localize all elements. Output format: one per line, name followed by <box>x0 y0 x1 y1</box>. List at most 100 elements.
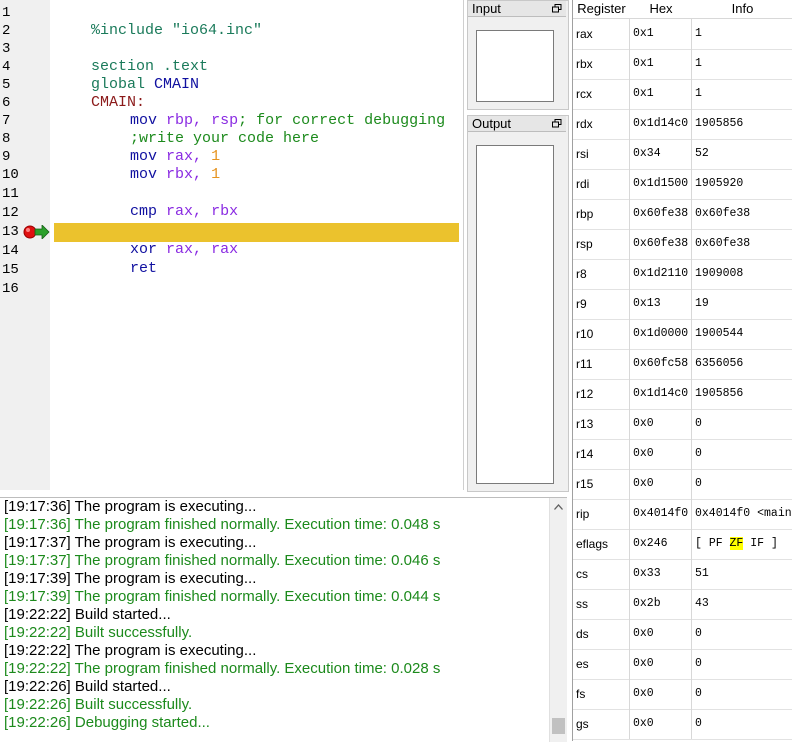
register-name: ds <box>573 619 630 649</box>
register-row-fs[interactable]: fs 0x0 0 <box>573 679 792 710</box>
line-number: 4 <box>2 59 11 75</box>
register-row-rdx[interactable]: rdx 0x1d14c0 1905856 <box>573 109 792 140</box>
register-row-rax[interactable]: rax 0x1 1 <box>573 19 792 50</box>
current-line-arrow-icon <box>34 225 50 239</box>
register-info-value: 1905920 <box>695 177 744 190</box>
register-row-r12[interactable]: r12 0x1d14c0 1905856 <box>573 379 792 410</box>
register-name: gs <box>573 709 630 739</box>
register-hex-value: 0x0 <box>630 709 692 739</box>
register-info-value: 0 <box>695 477 702 490</box>
console-scrollbar[interactable] <box>549 498 567 742</box>
register-name: rdx <box>573 109 630 139</box>
column-header-register[interactable]: Register <box>573 0 631 19</box>
register-name: rbp <box>573 199 630 229</box>
restore-window-icon[interactable] <box>552 119 562 128</box>
input-pane: Input <box>467 0 569 110</box>
scroll-up-arrow-icon[interactable] <box>554 504 563 510</box>
separator: , <box>193 166 212 183</box>
register-row-rbx[interactable]: rbx 0x1 1 <box>573 49 792 80</box>
operand: rbx <box>211 203 239 220</box>
scrollbar-thumb[interactable] <box>552 718 565 734</box>
line-number: 9 <box>2 149 11 165</box>
separator: , <box>193 203 212 220</box>
register-hex-value: 0x2b <box>630 589 692 619</box>
register-row-r9[interactable]: r9 0x13 19 <box>573 289 792 320</box>
register-hex-value: 0x0 <box>630 619 692 649</box>
register-row-rsi[interactable]: rsi 0x34 52 <box>573 139 792 170</box>
code-line-7[interactable]: ;write your code here <box>94 112 319 147</box>
register-info-value: 0 <box>695 417 702 430</box>
register-name: ss <box>573 589 630 619</box>
register-info-value: 19 <box>695 297 709 310</box>
register-hex-value: 0x60fe38 <box>630 229 692 259</box>
register-hex-value: 0x60fe38 <box>630 199 692 229</box>
code-line-6[interactable]: mov rbp, rsp; for correct debugging <box>94 94 445 129</box>
register-row-r11[interactable]: r11 0x60fc58 6356056 <box>573 349 792 380</box>
register-hex-value: 0x1d14c0 <box>630 109 692 139</box>
code-line-8[interactable]: mov rax, 1 <box>94 130 220 165</box>
register-hex-value: 0x1d0000 <box>630 319 692 349</box>
code-editor[interactable]: 1 2 3 4 5 6 7 8 9 10 11 12 13 14 15 16 %… <box>0 0 464 490</box>
register-info-value: 0x60fe38 <box>695 207 751 220</box>
column-header-info[interactable]: Info <box>692 0 792 19</box>
register-row-r14[interactable]: r14 0x0 0 <box>573 439 792 470</box>
register-info-value: 0x4014f0 <main <box>695 507 792 520</box>
code-line-9[interactable]: mov rbx, 1 <box>94 148 220 183</box>
line-number: 15 <box>2 262 19 278</box>
register-hex-value: 0x0 <box>630 679 692 709</box>
register-info-value: 1 <box>695 27 702 40</box>
register-row-eflags[interactable]: eflags 0x246[ PF ZF IF ] <box>573 529 792 560</box>
restore-window-icon[interactable] <box>552 4 562 13</box>
register-name: cs <box>573 559 630 589</box>
eflags-open: [ <box>695 537 709 550</box>
separator: , <box>193 241 212 258</box>
register-row-r13[interactable]: r13 0x0 0 <box>573 409 792 440</box>
input-textbox[interactable] <box>476 30 554 102</box>
register-row-ds[interactable]: ds 0x0 0 <box>573 619 792 650</box>
line-number: 5 <box>2 77 11 93</box>
register-row-r8[interactable]: r8 0x1d2110 1909008 <box>573 259 792 290</box>
line-number: 11 <box>2 186 19 202</box>
operand: rax <box>166 241 194 258</box>
operand: rbx <box>166 166 194 183</box>
register-name: fs <box>573 679 630 709</box>
register-info-value: 1909008 <box>695 267 744 280</box>
build-log-console[interactable]: [19:17:36] The program is executing... [… <box>0 497 567 742</box>
code-line-13[interactable]: xor rax, rax <box>94 223 238 258</box>
register-name: r11 <box>573 349 630 379</box>
register-row-gs[interactable]: gs 0x0 0 <box>573 709 792 740</box>
operand: rax <box>211 241 239 258</box>
code-line-1[interactable]: %include "io64.inc" <box>55 4 262 39</box>
code-line-4[interactable]: global CMAIN <box>55 58 199 93</box>
line-number: 1 <box>2 5 11 21</box>
register-hex-value: 0x4014f0 <box>630 499 692 529</box>
register-row-cs[interactable]: cs 0x33 51 <box>573 559 792 590</box>
code-line-3[interactable]: section .text <box>55 40 208 75</box>
log-line: [19:17:37] The program is executing... <box>4 534 257 551</box>
register-row-ss[interactable]: ss 0x2b 43 <box>573 589 792 620</box>
code-line-14[interactable]: ret <box>94 242 157 277</box>
log-line: [19:17:36] The program finished normally… <box>4 516 441 533</box>
register-name: es <box>573 649 630 679</box>
register-name: rax <box>573 19 630 49</box>
register-row-rip[interactable]: rip 0x4014f0 0x4014f0 <main <box>573 499 792 530</box>
input-pane-title[interactable]: Input <box>468 1 566 17</box>
line-number: 16 <box>2 281 19 297</box>
output-textbox[interactable] <box>476 145 554 484</box>
column-header-hex[interactable]: Hex <box>630 0 693 19</box>
register-row-rcx[interactable]: rcx 0x1 1 <box>573 79 792 110</box>
code-line-11[interactable]: cmp rax, rbx <box>94 185 238 220</box>
register-row-es[interactable]: es 0x0 0 <box>573 649 792 680</box>
log-line: [19:22:22] The program is executing... <box>4 642 257 659</box>
register-row-rsp[interactable]: rsp 0x60fe38 0x60fe38 <box>573 229 792 260</box>
register-row-r10[interactable]: r10 0x1d0000 1900544 <box>573 319 792 350</box>
code-line-5[interactable]: CMAIN: <box>55 76 145 111</box>
register-row-rdi[interactable]: rdi 0x1d1500 1905920 <box>573 169 792 200</box>
output-pane-title[interactable]: Output <box>468 116 566 132</box>
register-row-rbp[interactable]: rbp 0x60fe38 0x60fe38 <box>573 199 792 230</box>
register-name: rsp <box>573 229 630 259</box>
instruction: cmp <box>130 203 167 220</box>
register-row-r15[interactable]: r15 0x0 0 <box>573 469 792 500</box>
include-directive: %include "io64.inc" <box>91 22 263 39</box>
register-name: rsi <box>573 139 630 169</box>
